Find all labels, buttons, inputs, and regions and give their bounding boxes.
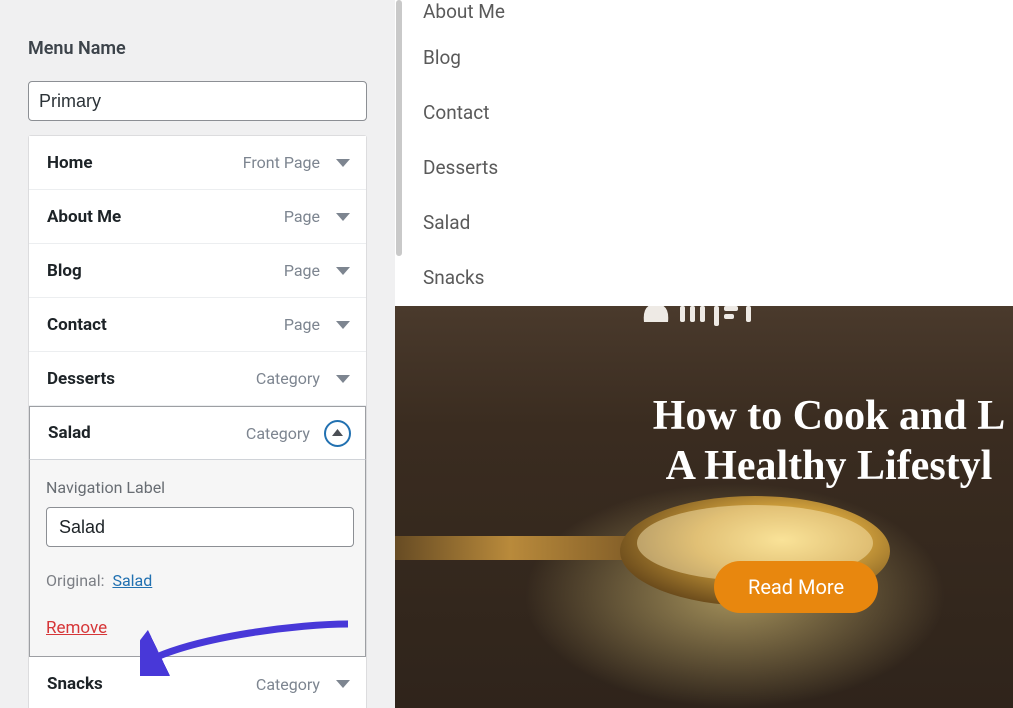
menu-item-title: Snacks [47,674,103,694]
menu-name-input[interactable] [28,81,367,121]
menu-items-list: Home Front Page About Me Page [28,135,367,708]
menu-item-type: Category [256,675,320,694]
menu-item-title: Contact [47,315,107,335]
menu-name-label: Menu Name [28,38,367,59]
menu-item-title: About Me [47,207,121,227]
menu-item-snacks[interactable]: Snacks Category [29,657,366,708]
preview-nav-menu: About Me Blog Contact Desserts Salad Sna… [395,0,1013,305]
menu-item-salad[interactable]: Salad Category [29,406,366,460]
customizer-sidebar: Menu Name Home Front Page About Me [0,0,395,708]
hero-title: How to Cook and L A Healthy Lifestyl [635,392,1013,491]
chevron-down-icon[interactable] [334,316,352,334]
menu-item-title: Salad [48,423,91,443]
remove-button[interactable]: Remove [46,618,107,638]
menu-item-title: Desserts [47,369,115,389]
original-link[interactable]: Salad [112,571,152,590]
preview-nav-contact[interactable]: Contact [423,85,1013,140]
preview-nav-snacks[interactable]: Snacks [423,250,1013,305]
scrollbar-track [395,0,403,256]
navigation-label-input[interactable] [46,507,354,547]
hero-title-line2: A Healthy Lifestyl [635,442,1013,492]
menu-item-title: Blog [47,261,82,281]
read-more-button[interactable]: Read More [714,561,878,613]
preview-nav-desserts[interactable]: Desserts [423,140,1013,195]
navigation-label-caption: Navigation Label [46,478,349,497]
menu-item-blog[interactable]: Blog Page [29,244,366,298]
chevron-down-icon[interactable] [334,154,352,172]
preview-nav-blog[interactable]: Blog [423,30,1013,85]
original-row: Original: Salad [46,571,349,590]
customizer-workspace: Menu Name Home Front Page About Me [0,0,1013,708]
chevron-up-icon[interactable] [324,420,351,447]
menu-item-type: Category [246,424,310,443]
menu-item-desserts[interactable]: Desserts Category [29,352,366,406]
menu-item-contact[interactable]: Contact Page [29,298,366,352]
site-preview: About Me Blog Contact Desserts Salad Sna… [395,0,1013,708]
hero-title-line1: How to Cook and L [635,392,1013,442]
menu-item-type: Page [284,207,320,226]
scrollbar-thumb[interactable] [396,0,402,256]
hero-section: How to Cook and L A Healthy Lifestyl Rea… [395,306,1013,708]
chevron-down-icon[interactable] [334,675,352,693]
menu-item-editor: Navigation Label Original: Salad Remove [29,460,366,657]
menu-item-type: Category [256,369,320,388]
menu-item-home[interactable]: Home Front Page [29,136,366,190]
menu-item-type: Page [284,315,320,334]
chevron-down-icon[interactable] [334,208,352,226]
original-prefix: Original: [46,571,105,590]
menu-item-about-me[interactable]: About Me Page [29,190,366,244]
chevron-down-icon[interactable] [334,370,352,388]
menu-item-type: Page [284,261,320,280]
preview-nav-salad[interactable]: Salad [423,195,1013,250]
preview-nav-about-me[interactable]: About Me [423,0,1013,30]
menu-item-title: Home [47,153,93,173]
menu-item-type: Front Page [243,153,320,172]
site-logo-icon [634,306,774,334]
chevron-down-icon[interactable] [334,262,352,280]
